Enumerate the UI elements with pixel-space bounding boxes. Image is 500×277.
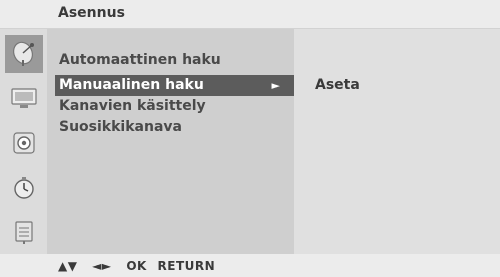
menu-item-manual-search[interactable]: Manuaalinen haku ► xyxy=(55,75,294,96)
menu-title: Asennus xyxy=(58,5,125,21)
setup-menu: Automaattinen haku Manuaalinen haku ► Ka… xyxy=(47,29,294,254)
nav-updown-hint: ▲▼ xyxy=(58,259,78,273)
menu-item-label: Kanavien käsittely xyxy=(59,98,206,114)
menu-item-channel-edit[interactable]: Kanavien käsittely xyxy=(55,96,294,117)
category-icon-column xyxy=(0,29,47,254)
menu-item-label: Manuaalinen haku xyxy=(59,77,204,93)
footer-hints: ▲▼ ◄► OK RETURN xyxy=(0,254,500,277)
submenu-panel: Aseta xyxy=(294,29,500,254)
category-time[interactable] xyxy=(5,169,43,207)
category-picture[interactable] xyxy=(5,79,43,117)
title-bar: Asennus xyxy=(0,0,500,29)
category-sound[interactable] xyxy=(5,124,43,162)
ok-hint: OK xyxy=(126,259,147,273)
category-setup[interactable] xyxy=(5,35,43,73)
special-icon xyxy=(15,221,33,244)
sound-icon xyxy=(13,132,35,154)
menu-item-automatic-search[interactable]: Automaattinen haku xyxy=(55,50,294,71)
clock-icon xyxy=(14,177,34,199)
menu-item-label: Suosikkikanava xyxy=(59,119,182,135)
picture-icon xyxy=(11,88,37,108)
submenu-item-set[interactable]: Aseta xyxy=(315,77,360,93)
menu-item-label: Automaattinen haku xyxy=(59,52,221,68)
satellite-dish-icon xyxy=(13,41,34,66)
nav-leftright-hint: ◄► xyxy=(92,259,112,273)
submenu-arrow-icon: ► xyxy=(271,79,280,92)
return-hint: RETURN xyxy=(157,259,216,273)
category-special[interactable] xyxy=(5,213,43,251)
menu-item-favourite-channel[interactable]: Suosikkikanava xyxy=(55,117,294,138)
